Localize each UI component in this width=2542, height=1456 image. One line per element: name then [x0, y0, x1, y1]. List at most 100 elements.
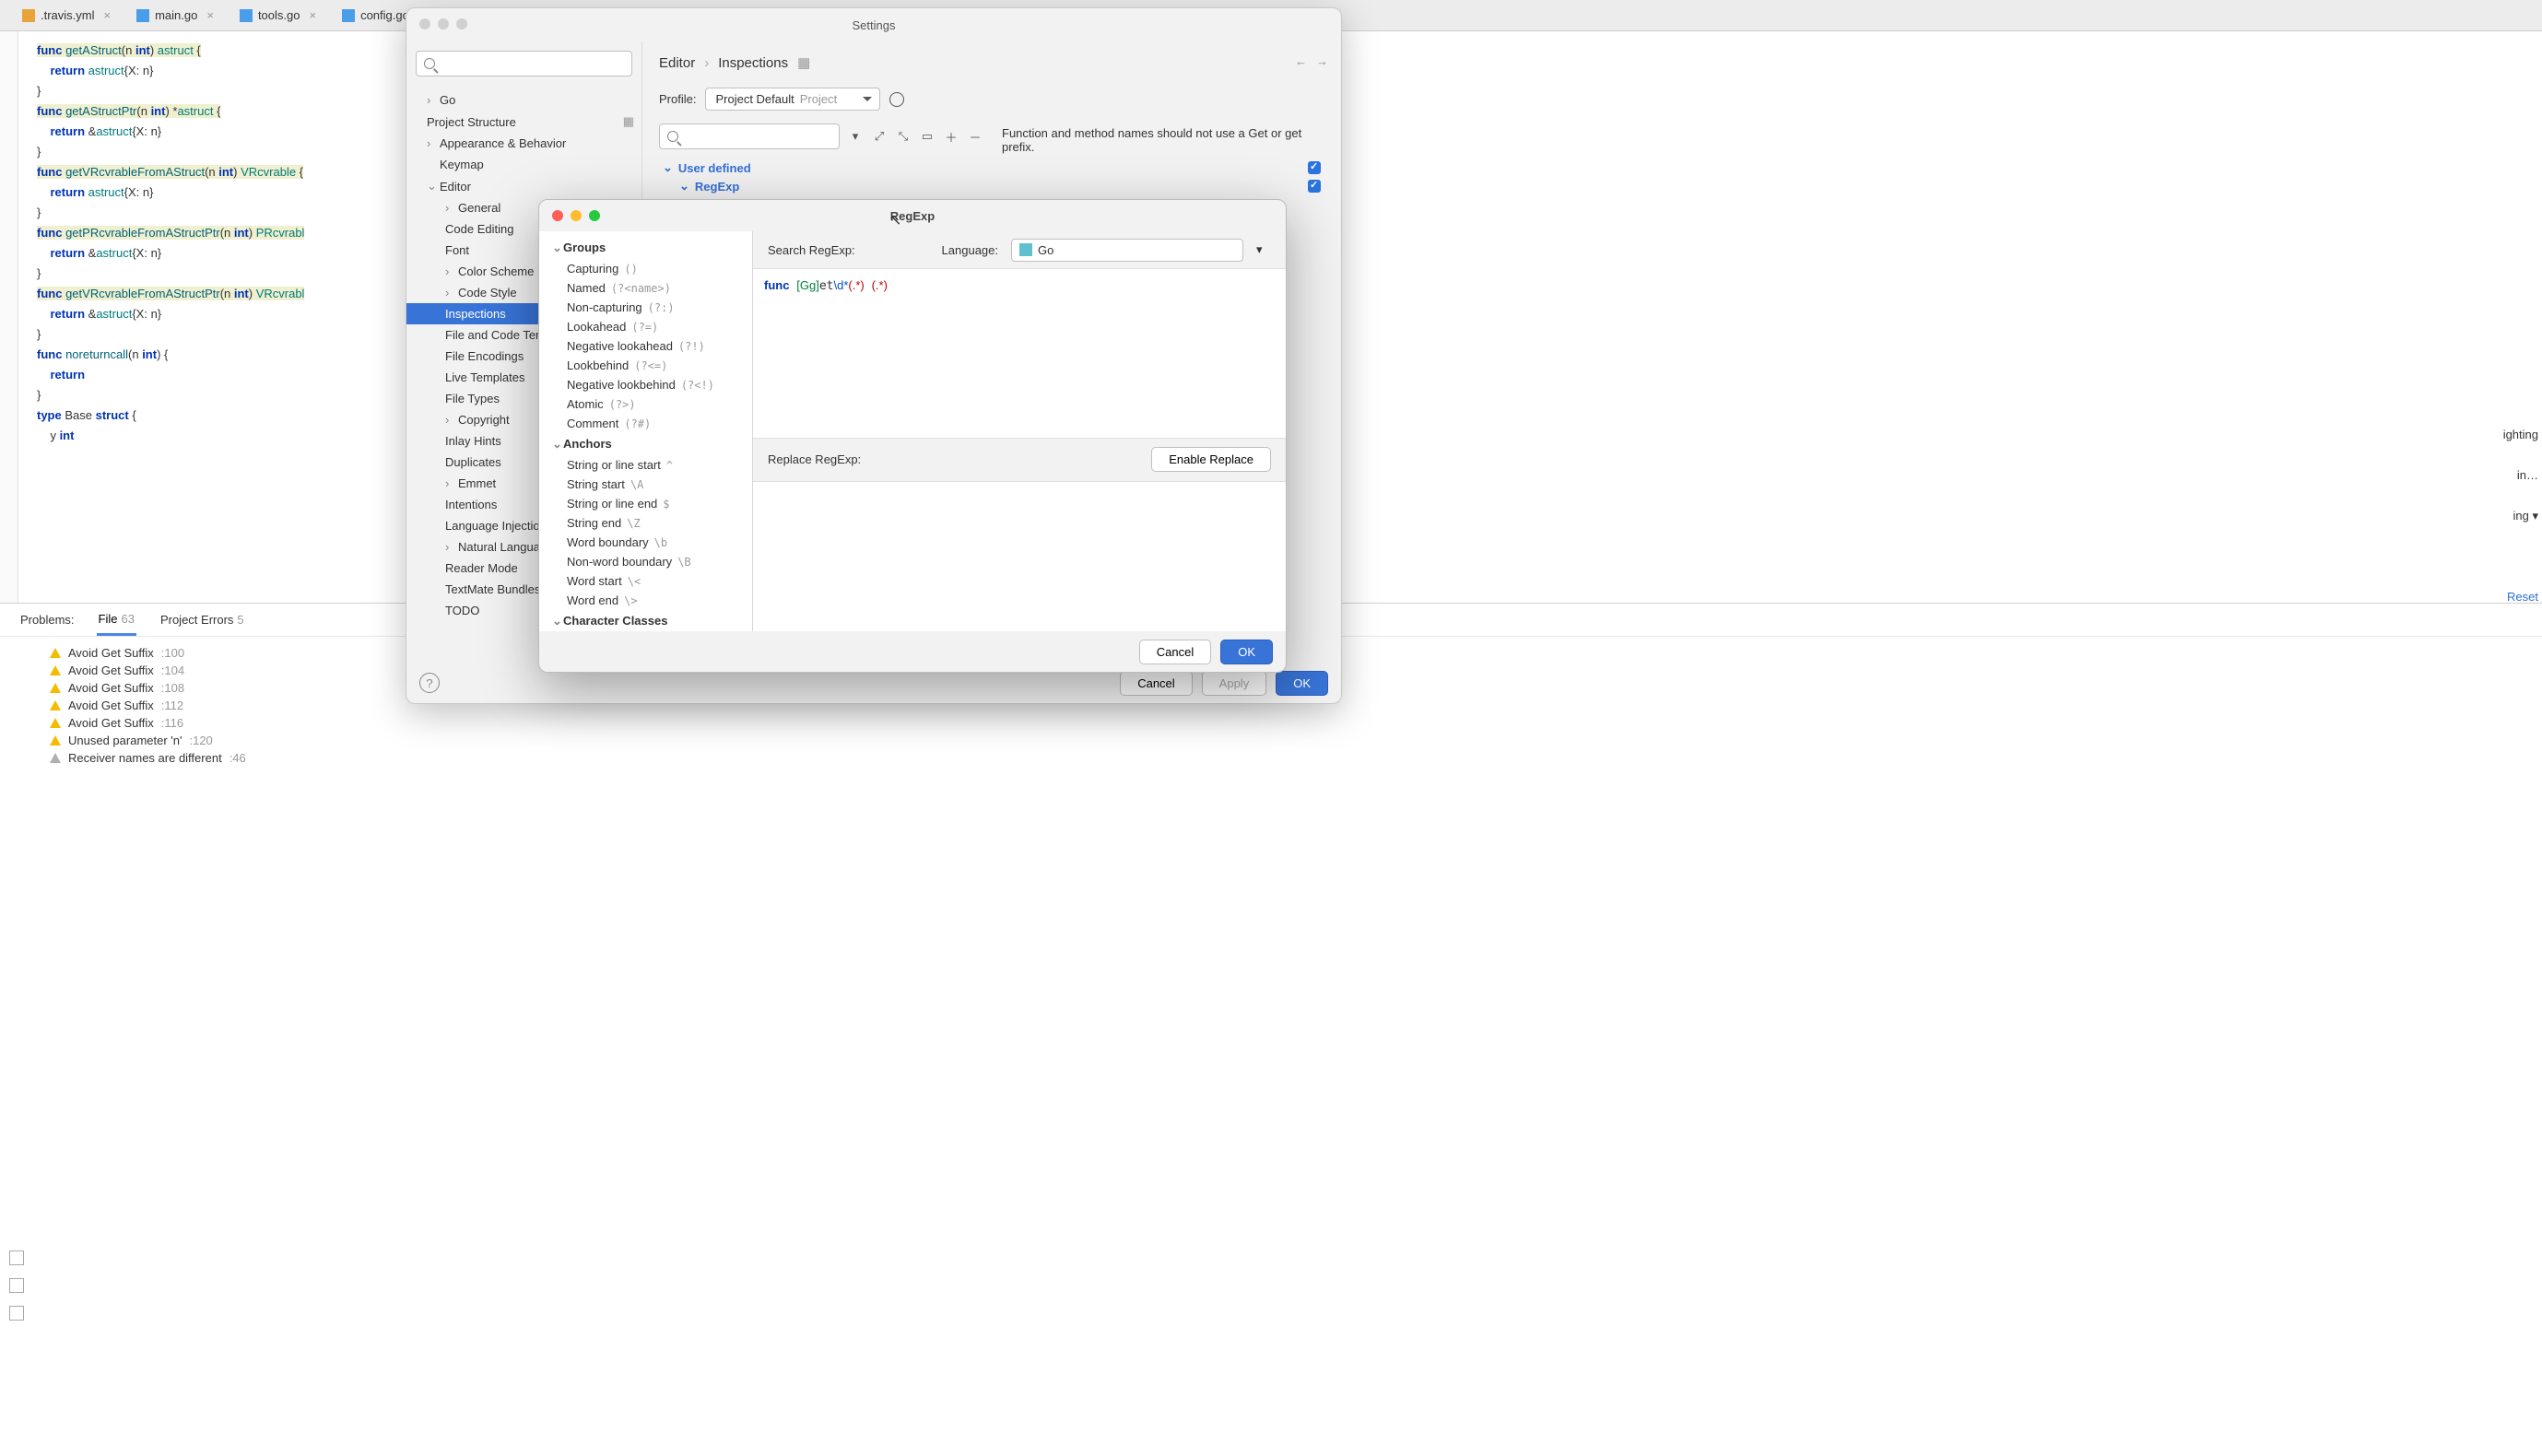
tree-appearance[interactable]: ›Appearance & Behavior: [406, 133, 641, 154]
tab-travis[interactable]: .travis.yml×: [9, 3, 124, 28]
tab-label: main.go: [155, 8, 197, 22]
cheat-item[interactable]: String start\A: [539, 475, 752, 494]
cheat-groups-header[interactable]: ⌄Groups: [539, 237, 752, 259]
tool-icon[interactable]: [9, 1278, 24, 1293]
ok-button[interactable]: OK: [1276, 671, 1328, 696]
cheat-item[interactable]: Named(?<name>): [539, 278, 752, 298]
regexp-dialog: RegExp ⌄Groups Capturing() Named(?<name>…: [538, 199, 1287, 673]
yml-icon: [22, 9, 35, 22]
replace-row: Replace RegExp: Enable Replace: [753, 439, 1286, 481]
cheat-item[interactable]: Negative lookahead(?!): [539, 336, 752, 356]
cheat-item[interactable]: Lookbehind(?<=): [539, 356, 752, 375]
tool-icon[interactable]: [9, 1251, 24, 1265]
cheat-item[interactable]: Comment(?#): [539, 414, 752, 433]
problems-label: Problems:: [20, 613, 75, 627]
cheat-item[interactable]: Lookahead(?=): [539, 317, 752, 336]
close-icon[interactable]: ×: [206, 8, 214, 22]
nav-arrows: ←→: [1295, 54, 1328, 68]
collapse-icon[interactable]: ⤡: [895, 128, 912, 145]
close-dot[interactable]: [552, 210, 563, 221]
cheat-item[interactable]: Word boundary\b: [539, 533, 752, 552]
problem-row[interactable]: Receiver names are different:46: [50, 749, 2524, 767]
mouse-cursor: ↖: [889, 211, 901, 229]
tree-editor[interactable]: ⌄Editor: [406, 175, 641, 197]
max-dot[interactable]: [456, 18, 467, 29]
max-dot[interactable]: [589, 210, 600, 221]
settings-search[interactable]: [416, 51, 632, 76]
cheat-item[interactable]: Negative lookbehind(?<!): [539, 375, 752, 394]
profile-select[interactable]: Project DefaultProject: [705, 88, 880, 111]
problems-tab-project[interactable]: Project Errors5: [159, 605, 246, 634]
remove-icon[interactable]: －: [967, 128, 983, 145]
regexp-footer: Cancel OK: [539, 631, 1286, 672]
editor-gutter: [0, 31, 18, 603]
checkbox[interactable]: [1308, 161, 1321, 174]
tab-tools[interactable]: tools.go×: [227, 3, 329, 28]
inspection-description: Function and method names should not use…: [1002, 126, 1315, 154]
inspection-user-defined[interactable]: ⌄User defined: [659, 159, 1324, 177]
settings-title: Settings: [853, 18, 896, 32]
problems-tab-file[interactable]: File63: [97, 605, 136, 636]
cheat-classes-header[interactable]: ⌄Character Classes: [539, 610, 752, 631]
cheat-item[interactable]: Atomic(?>): [539, 394, 752, 414]
enable-replace-button[interactable]: Enable Replace: [1151, 447, 1271, 472]
replace-label: Replace RegExp:: [768, 452, 861, 466]
crumb-inspections: Inspections: [718, 55, 788, 71]
cheat-item[interactable]: String end\Z: [539, 513, 752, 533]
search-icon: [667, 131, 678, 142]
crumb-editor[interactable]: Editor: [659, 55, 695, 71]
regexp-cheatsheet: ⌄Groups Capturing() Named(?<name>) Non-c…: [539, 231, 753, 631]
regexp-editor-pane: Search RegExp: Language: Go ▾ func [Gg]e…: [753, 231, 1286, 631]
cheat-item[interactable]: String or line end$: [539, 494, 752, 513]
inspection-search[interactable]: [659, 123, 840, 149]
tool-icon[interactable]: [9, 1306, 24, 1321]
cheat-item[interactable]: String or line start^: [539, 455, 752, 475]
cheat-item[interactable]: Non-word boundary\B: [539, 552, 752, 571]
regexp-input[interactable]: func [Gg]et\d*(.*) (.*): [753, 268, 1286, 439]
problem-row[interactable]: Unused parameter 'n':120: [50, 732, 2524, 749]
tab-main[interactable]: main.go ×: [124, 3, 227, 28]
problem-row[interactable]: Avoid Get Suffix:116: [50, 714, 2524, 732]
search-icon: [424, 58, 435, 69]
cancel-button[interactable]: Cancel: [1139, 640, 1211, 664]
inspection-regexp[interactable]: ⌄RegExp: [659, 177, 1324, 195]
language-label: Language:: [942, 243, 998, 257]
filter-icon[interactable]: ▾: [847, 128, 864, 145]
warning-icon: [50, 665, 61, 675]
cheat-item[interactable]: Word start\<: [539, 571, 752, 591]
go-icon: [240, 9, 253, 22]
forward-icon[interactable]: →: [1316, 54, 1328, 68]
cheat-item[interactable]: Word end\>: [539, 591, 752, 610]
breadcrumb: Editor › Inspections ▦: [659, 54, 1324, 71]
filter-icon[interactable]: ▾: [1256, 242, 1271, 257]
help-icon[interactable]: ?: [419, 673, 440, 693]
expand-icon[interactable]: ⤢: [871, 128, 888, 145]
close-icon[interactable]: ×: [309, 8, 316, 22]
cheat-item[interactable]: Capturing(): [539, 259, 752, 278]
close-dot[interactable]: [419, 18, 430, 29]
language-select[interactable]: Go: [1011, 239, 1243, 262]
cheat-item[interactable]: Non-capturing(?:): [539, 298, 752, 317]
apply-button[interactable]: Apply: [1202, 671, 1267, 696]
tree-go[interactable]: ›Go: [406, 89, 641, 111]
group-icon[interactable]: ▭: [919, 128, 936, 145]
problems-toolstrip: [0, 1239, 33, 1321]
back-icon[interactable]: ←: [1295, 54, 1307, 68]
cancel-button[interactable]: Cancel: [1120, 671, 1192, 696]
add-icon[interactable]: ＋: [943, 128, 959, 145]
close-icon[interactable]: ×: [104, 8, 112, 22]
ok-button[interactable]: OK: [1220, 640, 1273, 664]
warning-icon: [50, 718, 61, 728]
settings-titlebar[interactable]: Settings: [406, 8, 1341, 41]
tree-keymap[interactable]: Keymap: [406, 154, 641, 175]
regexp-titlebar[interactable]: RegExp: [539, 200, 1286, 231]
tree-project-structure[interactable]: Project Structure▦: [406, 111, 641, 133]
min-dot[interactable]: [438, 18, 449, 29]
go-icon: [342, 9, 355, 22]
warning-icon: [50, 735, 61, 746]
min-dot[interactable]: [571, 210, 582, 221]
cheat-anchors-header[interactable]: ⌄Anchors: [539, 433, 752, 455]
gear-icon[interactable]: [889, 92, 904, 107]
tab-label: config.go: [360, 8, 409, 22]
checkbox[interactable]: [1308, 180, 1321, 193]
